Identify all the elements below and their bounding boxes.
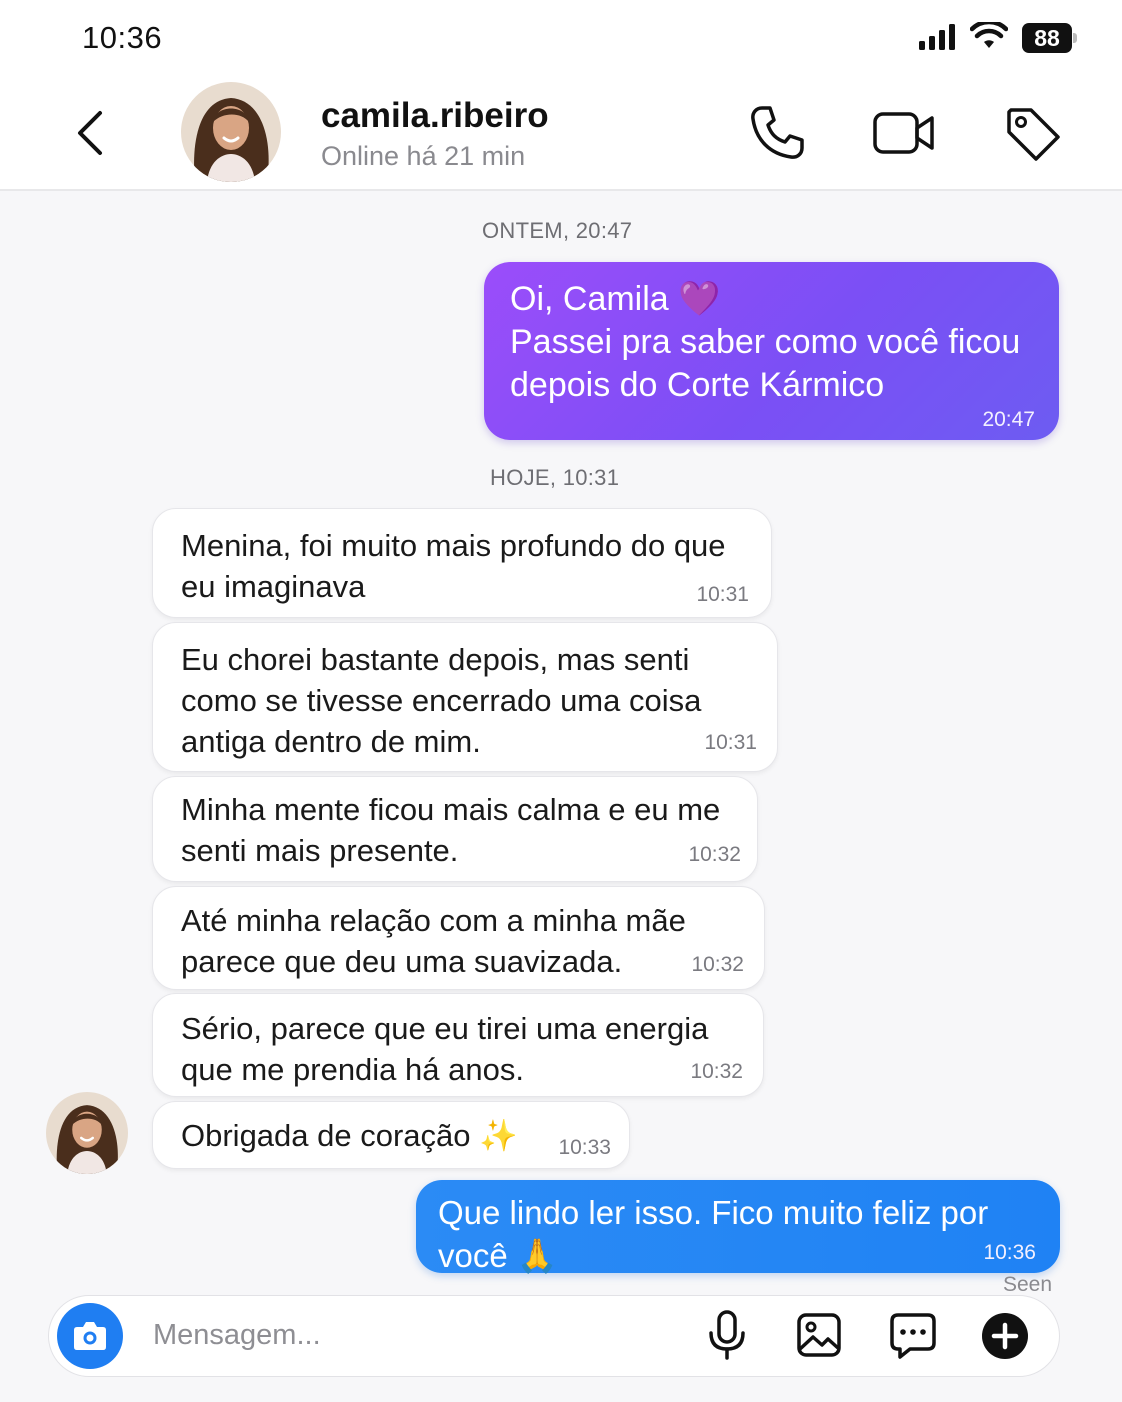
incoming-message[interactable]: Eu chorei bastante depois, mas senti com… [152,622,778,772]
message-time: 10:31 [704,731,757,754]
message-time: 10:32 [691,953,744,976]
tag-icon[interactable] [1003,104,1063,164]
video-camera-icon[interactable] [872,106,936,160]
status-bar-time: 10:36 [82,20,163,55]
message-text: Minha mente ficou mais calma e eu me sen… [181,792,721,868]
contact-name[interactable]: camila.ribeiro [321,96,549,136]
message-time: 10:32 [690,1060,743,1083]
cellular-signal-icon [919,24,955,50]
incoming-message[interactable]: Minha mente ficou mais calma e eu me sen… [152,776,758,882]
message-text: Obrigada de coração ✨ [181,1118,518,1153]
image-gallery-icon[interactable] [795,1311,843,1359]
contact-avatar[interactable] [181,82,281,182]
date-separator: HOJE, 10:31 [490,465,620,490]
outgoing-message[interactable]: Oi, Camila 💜 Passei pra saber como você … [484,262,1059,440]
date-separator: ONTEM, 20:47 [482,218,633,243]
message-time: 10:33 [558,1136,611,1159]
incoming-message[interactable]: Obrigada de coração ✨ 10:33 [152,1101,630,1169]
seen-receipt: Seen [1003,1273,1053,1296]
message-time: 20:47 [982,408,1035,431]
sticker-chat-icon[interactable] [888,1311,938,1361]
phone-icon[interactable] [748,104,806,162]
camera-icon [74,1322,106,1350]
message-text: Menina, foi muito mais profundo do que e… [181,528,726,604]
message-text: Até minha relação com a minha mãe parece… [181,903,686,979]
battery-indicator: 88 [1022,23,1078,53]
message-time: 10:31 [696,583,749,606]
battery-level: 88 [1022,23,1072,53]
wifi-icon [970,22,1008,48]
message-time: 10:32 [688,843,741,866]
incoming-message[interactable]: Menina, foi muito mais profundo do que e… [152,508,772,618]
incoming-message[interactable]: Sério, parece que eu tirei uma energia q… [152,993,764,1097]
back-icon[interactable] [70,108,110,158]
message-time: 10:36 [983,1241,1036,1264]
camera-button[interactable] [57,1303,123,1369]
microphone-icon[interactable] [705,1309,749,1361]
message-text: Eu chorei bastante depois, mas senti com… [181,642,702,759]
contact-avatar-small[interactable] [46,1092,128,1174]
incoming-message[interactable]: Até minha relação com a minha mãe parece… [152,886,765,990]
contact-online-status: Online há 21 min [321,141,526,171]
message-text: Que lindo ler isso. Fico muito feliz por… [438,1194,989,1274]
add-plus-icon[interactable] [981,1312,1029,1360]
outgoing-message[interactable]: Que lindo ler isso. Fico muito feliz por… [416,1180,1060,1274]
message-input[interactable]: Mensagem... [153,1319,321,1352]
message-text: Oi, Camila 💜 Passei pra saber como você … [510,280,1021,404]
message-text: Sério, parece que eu tirei uma energia q… [181,1011,709,1087]
